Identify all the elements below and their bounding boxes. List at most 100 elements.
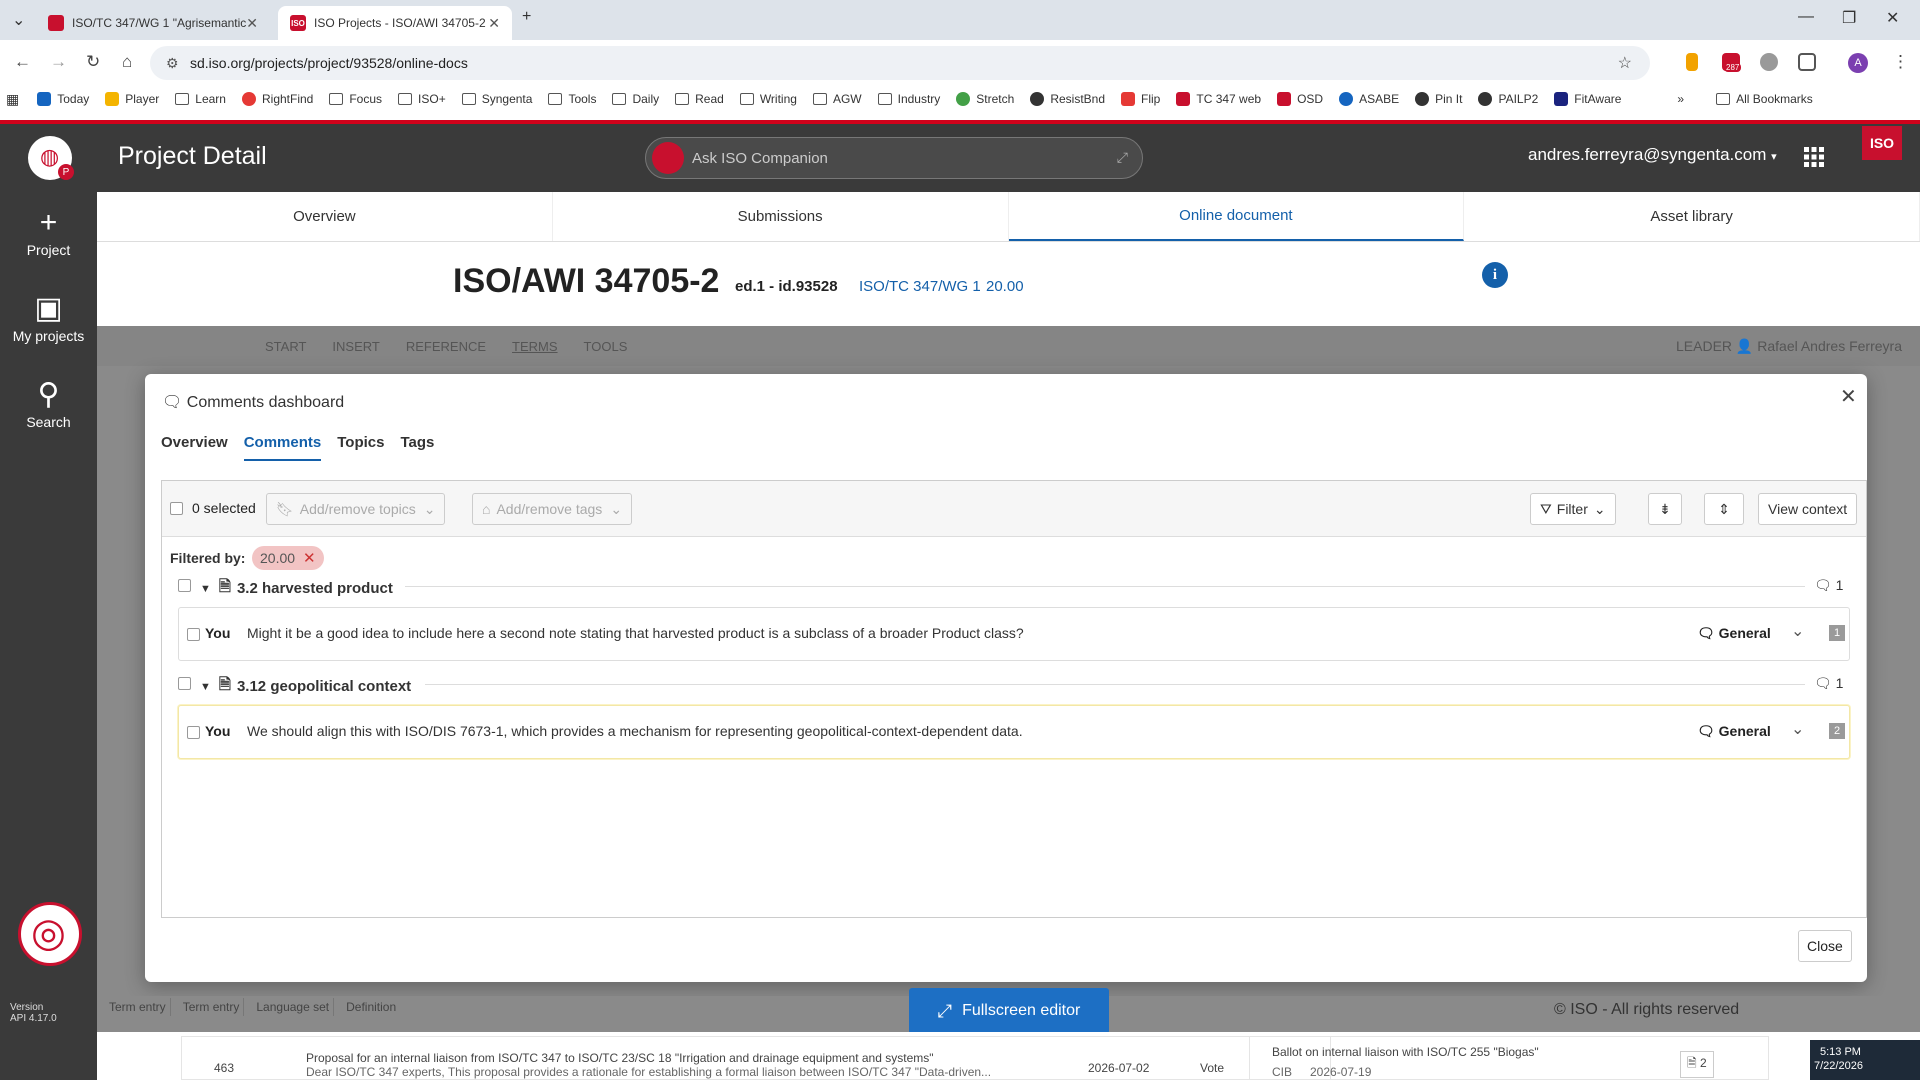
iso-logo[interactable]: ISO — [1862, 126, 1902, 160]
tab-dashboard-topics[interactable]: Topics — [337, 434, 384, 461]
bookmark-star-icon[interactable]: ☆ — [1618, 53, 1632, 73]
apps-grid-icon[interactable] — [1804, 147, 1824, 167]
bookmark-pailp2[interactable]: PAILP2 — [1478, 92, 1538, 106]
add-remove-tags-button[interactable]: ⌂ Add/remove tags ⌄ — [472, 493, 633, 525]
comment-checkbox[interactable] — [187, 726, 200, 739]
ribbon-tools[interactable]: TOOLS — [584, 339, 628, 354]
breadcrumb-item[interactable]: Term entry — [179, 998, 245, 1016]
section-checkbox[interactable] — [178, 579, 191, 592]
select-all-checkbox[interactable] — [170, 502, 183, 515]
bookmark-iso-plus[interactable]: ISO+ — [398, 92, 446, 106]
bookmark-flip[interactable]: Flip — [1121, 92, 1160, 106]
filter-button[interactable]: ⛛ Filter ⌄ — [1530, 493, 1616, 525]
stage-link[interactable]: 20.00 — [986, 278, 1024, 295]
tab-list-chevron-icon[interactable]: ⌄ — [12, 10, 25, 30]
bookmark-today[interactable]: Today — [37, 92, 89, 106]
comment-row[interactable]: You Might it be a good idea to include h… — [178, 607, 1850, 661]
bookmark-resistbnd[interactable]: ResistBnd — [1030, 92, 1105, 106]
browser-tab-2[interactable]: ISO ISO Projects - ISO/AWI 34705-2 ✕ — [278, 6, 512, 40]
browser-tab-1[interactable]: ISO/TC 347/WG 1 "Agrisemantics ✕ — [36, 6, 270, 40]
bookmark-syngenta[interactable]: Syngenta — [461, 92, 532, 106]
breadcrumb-item[interactable]: Term entry — [105, 998, 171, 1016]
comment-checkbox[interactable] — [187, 628, 200, 641]
section-header[interactable]: ▼ 🗎 3.2 harvested product — [200, 576, 393, 601]
bookmark-agw[interactable]: AGW — [812, 92, 862, 106]
bookmark-rightfind[interactable]: RightFind — [241, 92, 313, 106]
apps-grid-icon[interactable]: ▦ — [6, 91, 19, 108]
companion-globe-icon[interactable]: ◎ — [18, 902, 82, 966]
remove-filter-icon[interactable]: ✕ — [303, 549, 316, 567]
tab-overview[interactable]: Overview — [97, 192, 553, 241]
bookmark-writing[interactable]: Writing — [739, 92, 797, 106]
sidebar-item-search[interactable]: ⚲ Search — [0, 378, 97, 430]
window-close-icon[interactable]: ✕ — [1886, 8, 1899, 28]
bookmark-player[interactable]: Player — [105, 92, 159, 106]
comment-row[interactable]: You We should align this with ISO/DIS 76… — [178, 705, 1850, 759]
expand-all-button[interactable]: ⇕ — [1704, 493, 1744, 525]
home-icon[interactable]: ⌂ — [122, 52, 132, 72]
bookmark-pin-it[interactable]: Pin It — [1415, 92, 1462, 106]
list-item[interactable]: 463 Proposal for an internal liaison fro… — [181, 1036, 1331, 1080]
back-icon[interactable]: ← — [14, 52, 31, 72]
bookmark-focus[interactable]: Focus — [329, 92, 382, 106]
bookmark-learn[interactable]: Learn — [175, 92, 226, 106]
bookmark-tc347-web[interactable]: TC 347 web — [1176, 92, 1261, 106]
app-logo[interactable]: ◍ P — [28, 136, 74, 180]
ribbon-terms[interactable]: TERMS — [512, 339, 558, 354]
extension-icon[interactable] — [1760, 53, 1778, 71]
all-bookmarks[interactable]: All Bookmarks — [1716, 92, 1813, 106]
bookmark-industry[interactable]: Industry — [877, 92, 940, 106]
companion-search-input[interactable]: Ask ISO Companion ⤢ — [645, 137, 1143, 179]
sidebar-item-project[interactable]: + Project — [0, 206, 97, 258]
ballot-card[interactable]: Ballot on internal liaison with ISO/TC 2… — [1249, 1036, 1769, 1080]
new-tab-icon[interactable]: + — [522, 8, 531, 26]
close-tab-icon[interactable]: ✕ — [246, 15, 258, 32]
tab-submissions[interactable]: Submissions — [553, 192, 1009, 241]
bookmark-stretch[interactable]: Stretch — [956, 92, 1014, 106]
fullscreen-editor-button[interactable]: ⤢ Fullscreen editor — [909, 988, 1109, 1034]
bookmark-daily[interactable]: Daily — [612, 92, 659, 106]
modal-close-icon[interactable]: ✕ — [1840, 384, 1857, 409]
extensions-puzzle-icon[interactable] — [1798, 53, 1816, 71]
chevron-down-icon[interactable]: ⌄ — [1791, 621, 1804, 641]
collapse-all-button[interactable]: ⇟ — [1648, 493, 1682, 525]
bookmark-read[interactable]: Read — [675, 92, 724, 106]
more-bookmarks-icon[interactable]: » — [1677, 92, 1684, 106]
bookmark-fitaware[interactable]: FitAware — [1554, 92, 1621, 106]
expand-icon[interactable]: ⤢ — [1117, 149, 1128, 166]
ribbon-reference[interactable]: REFERENCE — [406, 339, 486, 354]
tab-dashboard-tags[interactable]: Tags — [400, 434, 434, 461]
browser-menu-icon[interactable]: ⋮ — [1892, 52, 1909, 72]
bookmark-osd[interactable]: OSD — [1277, 92, 1323, 106]
tab-asset-library[interactable]: Asset library — [1464, 192, 1920, 241]
comment-category[interactable]: 🗨 General — [1697, 723, 1771, 740]
address-bar[interactable]: ⚙ sd.iso.org/projects/project/93528/onli… — [150, 46, 1650, 80]
sidebar-item-my-projects[interactable]: ▣ My projects — [0, 292, 97, 344]
section-header[interactable]: ▼ 🗎 3.12 geopolitical context — [200, 674, 411, 699]
close-button[interactable]: Close — [1798, 930, 1852, 962]
ribbon-start[interactable]: START — [265, 339, 306, 354]
comment-category[interactable]: 🗨 General — [1697, 625, 1771, 642]
tab-dashboard-overview[interactable]: Overview — [161, 434, 228, 461]
tab-dashboard-comments[interactable]: Comments — [243, 434, 322, 461]
forward-icon[interactable]: → — [50, 52, 67, 72]
close-tab-icon[interactable]: ✕ — [488, 15, 500, 32]
profile-avatar[interactable]: A — [1848, 53, 1868, 73]
restore-icon[interactable]: ❐ — [1842, 8, 1856, 28]
breadcrumb-item[interactable]: Language set — [252, 998, 335, 1016]
filter-chip[interactable]: 20.00 ✕ — [252, 546, 324, 570]
view-context-button[interactable]: View context — [1758, 493, 1858, 525]
info-icon[interactable]: i — [1482, 262, 1508, 288]
committee-link[interactable]: ISO/TC 347/WG 1 — [859, 278, 981, 295]
tab-online-document[interactable]: Online document — [1008, 192, 1465, 241]
extension-icon[interactable] — [1686, 53, 1698, 71]
section-checkbox[interactable] — [178, 677, 191, 690]
minimize-icon[interactable]: — — [1798, 8, 1814, 26]
bookmark-asabe[interactable]: ASABE — [1339, 92, 1399, 106]
chevron-down-icon[interactable]: ⌄ — [1791, 719, 1804, 739]
extension-badge-icon[interactable]: 287 — [1722, 53, 1742, 72]
ballot-doc-count[interactable]: 🗎 2 — [1680, 1051, 1714, 1078]
site-info-icon[interactable]: ⚙ — [166, 55, 179, 72]
reload-icon[interactable]: ↻ — [86, 52, 100, 72]
ribbon-insert[interactable]: INSERT — [332, 339, 379, 354]
